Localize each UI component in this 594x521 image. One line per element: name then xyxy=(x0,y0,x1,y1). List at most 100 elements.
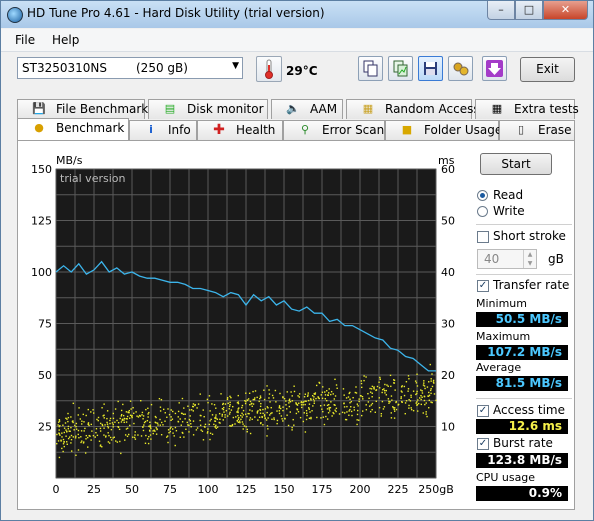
access-time-point xyxy=(432,379,435,382)
access-time-point xyxy=(349,398,351,400)
tab-folder-usage[interactable]: ■ Folder Usage xyxy=(385,120,502,140)
access-time-point xyxy=(361,386,363,389)
burst-rate-checkbox[interactable]: ✓ xyxy=(477,438,489,450)
access-time-point xyxy=(73,429,75,431)
drive-select[interactable]: ST3250310NS (250 gB) ▼ xyxy=(17,57,243,79)
access-time-point xyxy=(330,401,332,403)
transfer-rate-checkbox[interactable]: ✓ xyxy=(477,280,489,292)
access-time-point xyxy=(356,409,359,412)
access-time-point xyxy=(327,394,330,396)
access-time-point xyxy=(321,408,323,410)
access-time-point xyxy=(288,398,291,400)
tab-disk-monitor[interactable]: ▤ Disk monitor xyxy=(148,99,268,119)
tab-health[interactable]: ✚ Health xyxy=(197,120,283,140)
tab-info[interactable]: i Info xyxy=(129,120,197,140)
access-time-point xyxy=(435,399,437,402)
access-time-point xyxy=(371,408,373,411)
access-time-point xyxy=(215,424,217,427)
access-time-point xyxy=(77,449,80,451)
copy-text-button[interactable] xyxy=(358,56,383,81)
access-time-point xyxy=(90,439,92,441)
access-time-point xyxy=(360,380,363,382)
access-time-point xyxy=(329,410,331,412)
access-time-point xyxy=(58,429,60,431)
read-radio[interactable] xyxy=(477,190,488,201)
tab-label: Disk monitor xyxy=(187,102,264,116)
access-time-point xyxy=(155,427,157,429)
access-time-point xyxy=(241,416,243,418)
access-time-point xyxy=(369,387,371,390)
access-time-point xyxy=(109,422,111,425)
access-time-point xyxy=(274,389,277,392)
save-button[interactable] xyxy=(418,56,443,81)
access-time-point xyxy=(297,395,299,397)
minimize-button[interactable]: – xyxy=(487,1,515,20)
access-time-checkbox[interactable]: ✓ xyxy=(477,405,489,417)
menu-help[interactable]: Help xyxy=(52,33,79,47)
access-time-point xyxy=(240,414,242,417)
download-button[interactable] xyxy=(482,56,507,81)
access-time-point xyxy=(72,402,75,405)
x-tick: 200 xyxy=(350,483,371,496)
access-time-point xyxy=(326,408,329,410)
access-time-point xyxy=(308,417,311,419)
short-stroke-spinner[interactable]: 40 ▲ ▼ xyxy=(477,249,537,269)
access-time-point xyxy=(416,385,419,387)
tab-benchmark[interactable]: ● Benchmark xyxy=(17,118,129,140)
access-time-point xyxy=(263,415,266,417)
access-time-point xyxy=(268,397,270,399)
access-time-point xyxy=(221,407,224,410)
access-time-point xyxy=(379,376,381,379)
access-time-point xyxy=(113,436,115,438)
access-time-point xyxy=(289,411,292,413)
access-time-point xyxy=(70,450,73,452)
access-time-point xyxy=(84,427,86,430)
access-time-point xyxy=(237,418,240,420)
access-time-point xyxy=(104,424,106,426)
short-stroke-checkbox[interactable] xyxy=(477,231,489,243)
exit-button[interactable]: Exit xyxy=(520,57,575,82)
access-time-point xyxy=(305,418,308,421)
access-time-point xyxy=(147,413,149,415)
access-time-point xyxy=(87,446,89,448)
y-tick-right: 30 xyxy=(441,318,455,331)
tab-erase[interactable]: ▯ Erase xyxy=(499,120,575,140)
access-time-point xyxy=(173,435,175,437)
access-time-point xyxy=(234,423,236,425)
magnifier-icon: ⚲ xyxy=(300,123,310,136)
access-time-point xyxy=(423,382,425,384)
options-button[interactable] xyxy=(448,56,473,81)
access-time-point xyxy=(99,430,102,432)
access-time-point xyxy=(85,434,88,437)
close-button[interactable]: ✕ xyxy=(543,1,588,20)
title-bar[interactable]: HD Tune Pro 4.61 - Hard Disk Utility (tr… xyxy=(1,1,593,28)
copy-chart-button[interactable] xyxy=(388,56,413,81)
access-time-point xyxy=(229,401,231,404)
access-time-point xyxy=(387,398,390,400)
access-time-point xyxy=(208,423,211,426)
tab-extra-tests[interactable]: ▦ Extra tests xyxy=(475,99,579,119)
access-time-point xyxy=(134,434,136,436)
menu-file[interactable]: File xyxy=(15,33,35,47)
access-time-point xyxy=(351,414,353,417)
access-time-point xyxy=(208,395,211,397)
write-radio[interactable] xyxy=(477,206,488,217)
access-time-point xyxy=(87,423,89,425)
access-time-point xyxy=(297,411,300,413)
access-time-point xyxy=(72,436,75,438)
access-time-point xyxy=(177,410,180,413)
access-time-point xyxy=(120,421,123,423)
tab-error-scan[interactable]: ⚲ Error Scan xyxy=(283,120,385,140)
tab-file-benchmark[interactable]: 💾 File Benchmark xyxy=(17,99,148,119)
tab-random-access[interactable]: ▦ Random Access xyxy=(346,99,480,119)
access-time-point xyxy=(404,412,406,415)
access-time-point xyxy=(209,410,211,412)
access-time-point xyxy=(375,389,378,391)
access-time-point xyxy=(320,394,323,396)
maximum-label: Maximum xyxy=(476,330,531,343)
access-time-point xyxy=(249,409,251,411)
start-button[interactable]: Start xyxy=(480,153,552,175)
access-time-point xyxy=(216,418,219,420)
maximize-button[interactable]: □ xyxy=(515,1,543,20)
tab-aam[interactable]: 🔈 AAM xyxy=(271,99,343,119)
